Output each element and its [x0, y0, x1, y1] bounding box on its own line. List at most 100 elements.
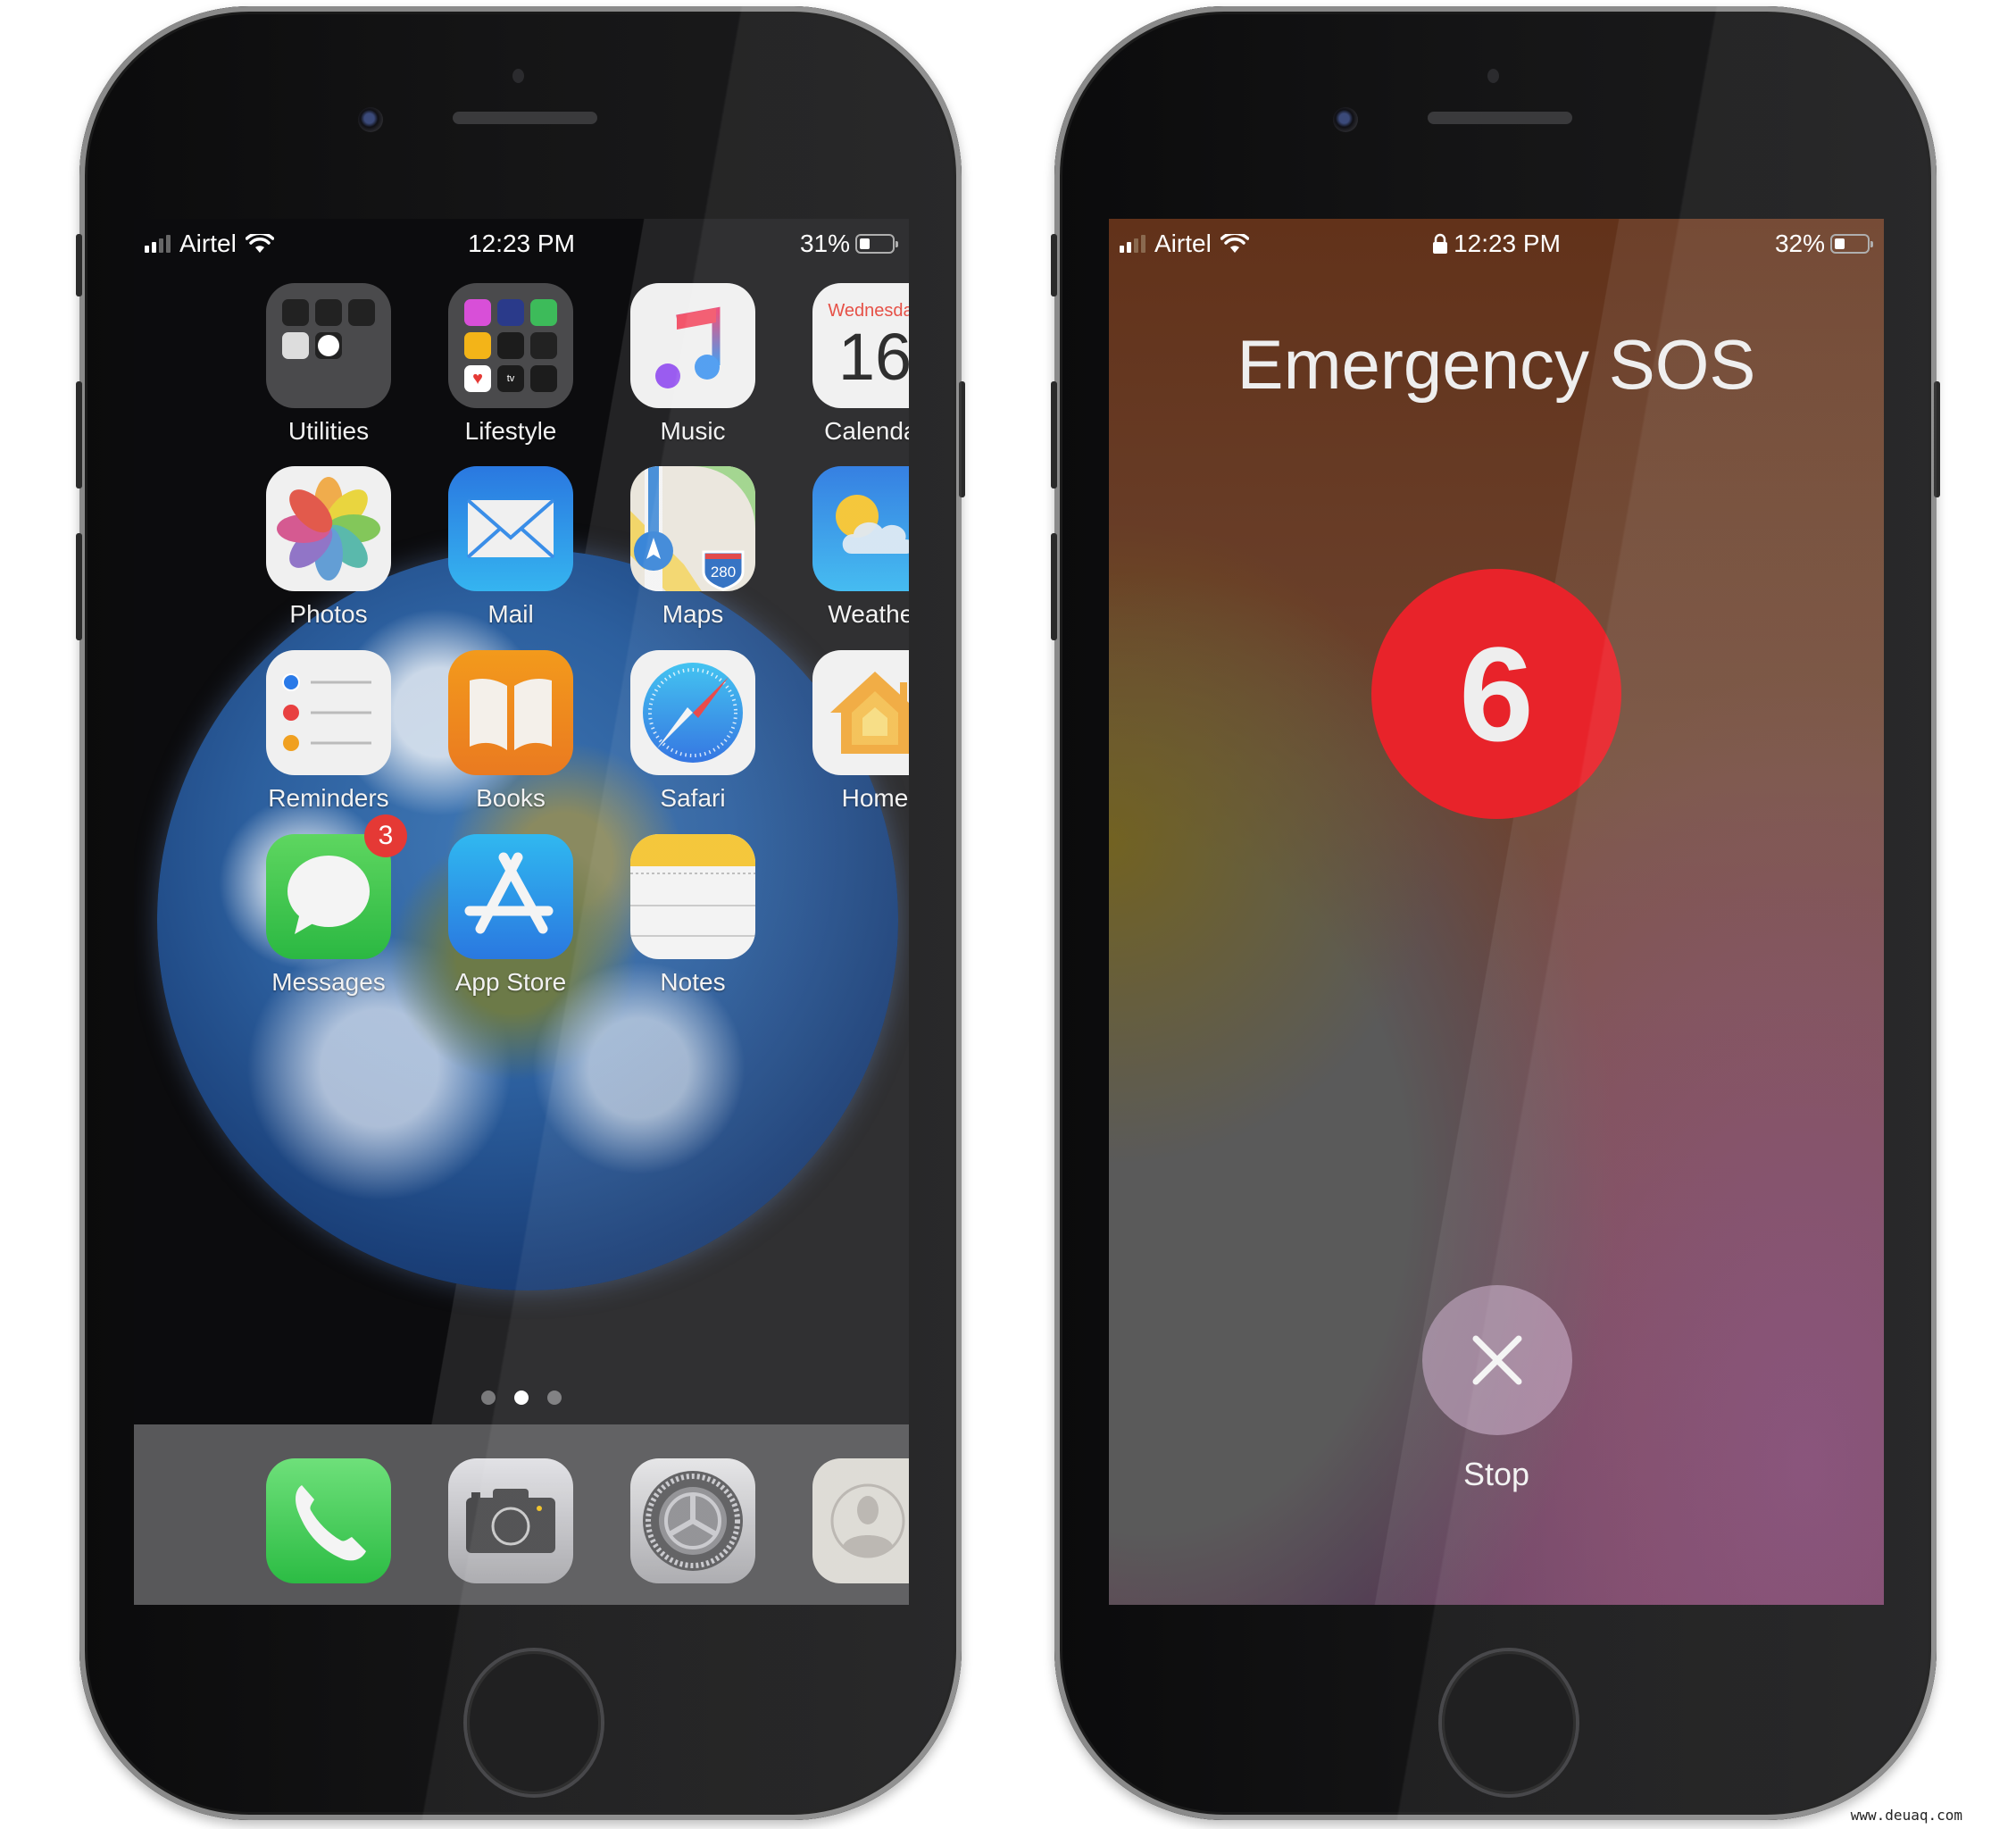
- sos-title: Emergency SOS: [1237, 325, 1756, 404]
- stop-button[interactable]: [1422, 1285, 1572, 1435]
- sos-countdown: 6: [1371, 569, 1621, 819]
- app-weather[interactable]: Weather: [786, 466, 909, 629]
- dock: [134, 1424, 909, 1605]
- dock-app-contacts[interactable]: [786, 1458, 909, 1583]
- mute-switch: [1051, 234, 1057, 296]
- page-indicator[interactable]: [134, 1391, 909, 1405]
- find-my-icon: [530, 299, 557, 326]
- proximity-sensor: [1487, 69, 1499, 83]
- app-utilities-folder[interactable]: Utilities: [239, 283, 418, 446]
- camera-icon: [448, 1458, 573, 1583]
- phone-handset-icon: [266, 1458, 391, 1583]
- app-label: Maps: [662, 600, 724, 628]
- lock-icon: [1433, 233, 1448, 254]
- app-safari[interactable]: Safari: [604, 650, 782, 813]
- app-label: App Store: [454, 968, 567, 996]
- reminders-list-icon: [266, 650, 391, 775]
- battery-icon: [1830, 234, 1873, 254]
- battery-percentage: 31%: [799, 230, 850, 257]
- tips-icon: [464, 332, 491, 359]
- dock-app-phone[interactable]: [239, 1458, 418, 1583]
- open-book-icon: [448, 650, 573, 775]
- measure-icon: [348, 299, 375, 326]
- app-books[interactable]: Books: [421, 650, 600, 813]
- app-label: Reminders: [268, 784, 389, 812]
- battery-percentage: 32%: [1774, 230, 1825, 257]
- app-music[interactable]: Music: [604, 283, 782, 446]
- phone-left: Airtel 12:23 PM 31% Utilities ♥ tv Lifes…: [76, 6, 965, 1820]
- app-label: Utilities: [287, 417, 370, 445]
- app-maps[interactable]: 280 Maps: [604, 466, 782, 629]
- app-label: Messages: [271, 968, 386, 996]
- compass-icon: [315, 299, 342, 326]
- app-mail[interactable]: Mail: [421, 466, 600, 629]
- calendar-weekday: Wednesday: [828, 301, 909, 321]
- watch-icon: [497, 332, 524, 359]
- app-label: Calendar: [824, 417, 909, 445]
- contact-card-icon: [812, 1458, 909, 1583]
- volume-down-button: [1051, 533, 1057, 640]
- app-photos[interactable]: Photos: [239, 466, 418, 629]
- page-dot-active[interactable]: [514, 1391, 529, 1405]
- dock-app-settings[interactable]: [604, 1458, 782, 1583]
- page-dot[interactable]: [547, 1391, 562, 1405]
- status-bar: Airtel 12:23 PM 32%: [1109, 219, 1884, 272]
- app-label: Photos: [289, 600, 368, 628]
- volume-up-button: [1051, 381, 1057, 489]
- side-button: [1934, 381, 1940, 497]
- front-camera: [1333, 107, 1358, 132]
- shortcuts-icon: [497, 299, 524, 326]
- mute-switch: [76, 234, 82, 296]
- app-label: Music: [660, 417, 726, 445]
- envelope-icon: [448, 466, 573, 591]
- battery-icon: [855, 234, 898, 254]
- app-label: Weather: [828, 600, 909, 628]
- home-button[interactable]: [467, 1651, 601, 1794]
- calculator-icon: [282, 332, 309, 359]
- voice-memos-icon: [282, 299, 309, 326]
- proximity-sensor: [512, 69, 524, 83]
- dock-app-camera[interactable]: [421, 1458, 600, 1583]
- phone-right: Airtel 12:23 PM 32% Emergency SOS 6 Stop: [1051, 6, 1940, 1820]
- earpiece-speaker: [1428, 112, 1572, 124]
- app-reminders[interactable]: Reminders: [239, 650, 418, 813]
- volume-up-button: [76, 381, 82, 489]
- wallet-icon: [530, 332, 557, 359]
- volume-down-button: [76, 533, 82, 640]
- home-screen: Airtel 12:23 PM 31% Utilities ♥ tv Lifes…: [134, 219, 909, 1605]
- app-label: Lifestyle: [464, 417, 557, 445]
- compass-icon: [630, 650, 755, 775]
- music-note-icon: [630, 283, 755, 408]
- health-icon: ♥: [464, 365, 491, 392]
- front-camera: [358, 107, 383, 132]
- app-calendar[interactable]: Wednesday 16 Calendar: [786, 283, 909, 446]
- calendar-icon: Wednesday 16: [812, 283, 909, 408]
- gear-icon: [630, 1458, 755, 1583]
- highway-shield-number: 280: [711, 564, 736, 580]
- sun-cloud-icon: [812, 466, 909, 591]
- folder-icon: ♥ tv: [448, 283, 573, 408]
- app-messages[interactable]: 3 Messages: [239, 814, 418, 997]
- home-button[interactable]: [1442, 1651, 1576, 1794]
- clock: 12:23 PM: [468, 230, 575, 257]
- side-button: [959, 381, 965, 497]
- app-home[interactable]: Home: [786, 650, 909, 813]
- clock-icon: [315, 332, 342, 359]
- watermark: www.deuaq.com: [1850, 1807, 1962, 1824]
- app-app-store[interactable]: App Store: [421, 834, 600, 997]
- house-icon: [812, 650, 909, 775]
- page-dot[interactable]: [481, 1391, 496, 1405]
- itunes-store-icon: [464, 299, 491, 326]
- calendar-day: 16: [837, 320, 909, 394]
- tv-icon: tv: [497, 365, 524, 392]
- clock: 12:23 PM: [1454, 230, 1561, 257]
- app-lifestyle-folder[interactable]: ♥ tv Lifestyle: [421, 283, 600, 446]
- app-notes[interactable]: Notes: [604, 834, 782, 997]
- app-label: Safari: [660, 784, 726, 812]
- stop-label: Stop: [1462, 1456, 1530, 1492]
- app-label: Notes: [660, 968, 726, 996]
- photos-flower-icon: [266, 466, 391, 591]
- notification-badge: 3: [364, 814, 407, 857]
- app-store-icon: [448, 834, 573, 959]
- app-label: Mail: [487, 600, 534, 628]
